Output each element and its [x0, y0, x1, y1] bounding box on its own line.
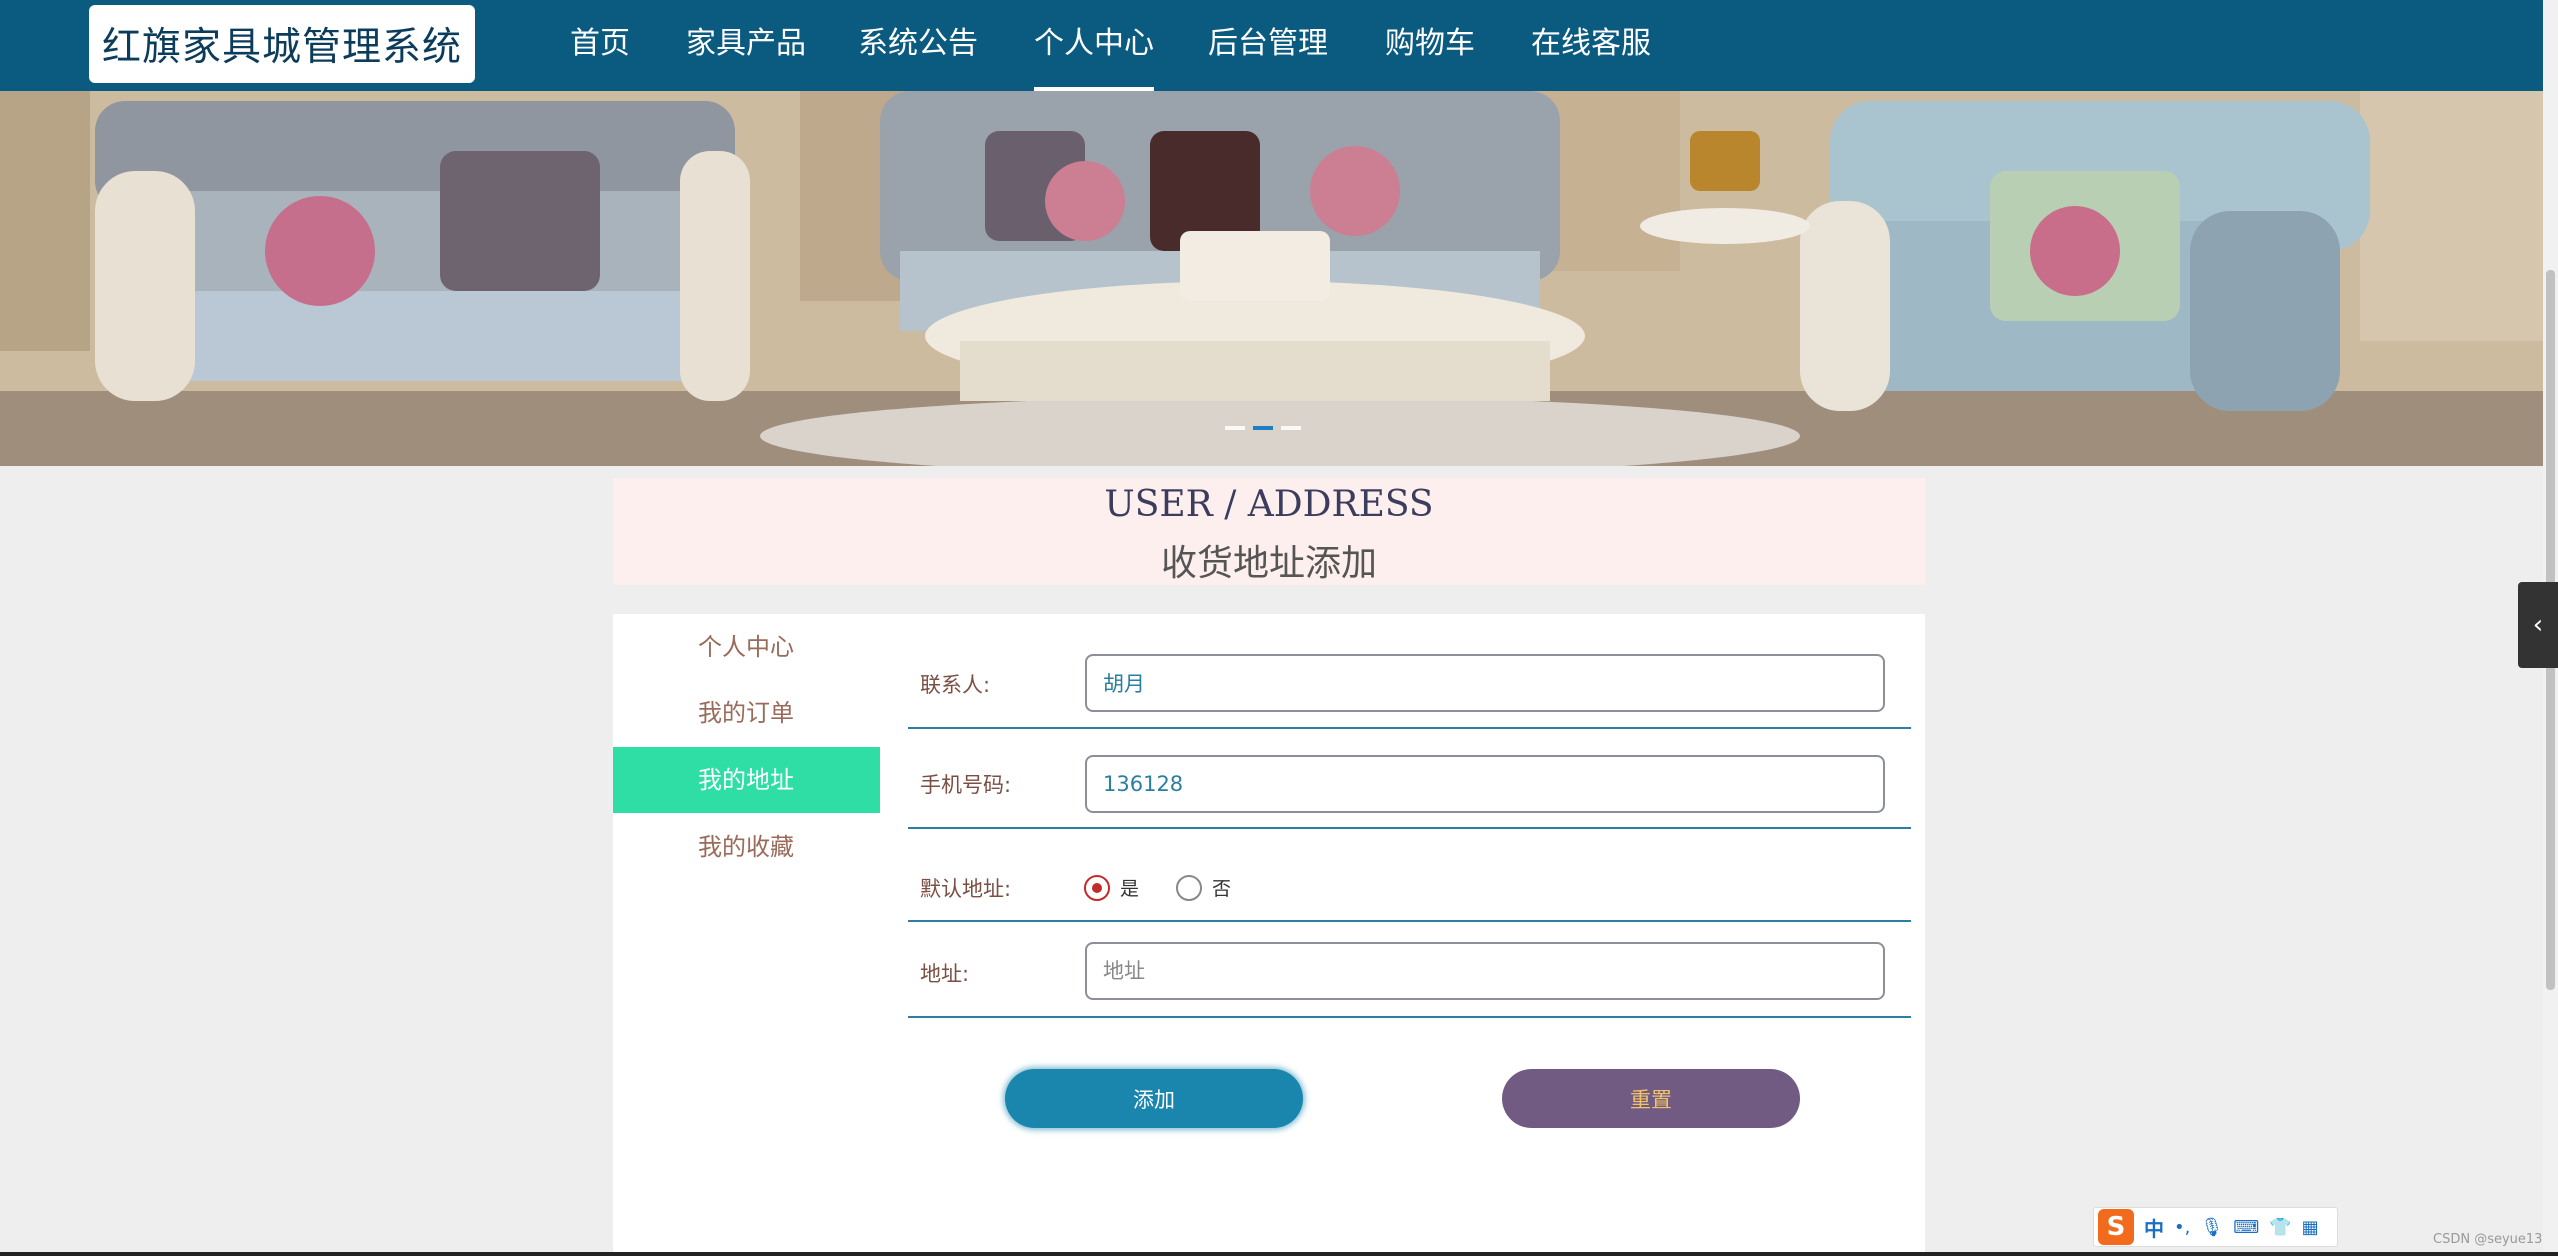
skin-icon[interactable]: 👕 — [2269, 1217, 2291, 1238]
top-nav-bar: 红旗家具城管理系统 首页 家具产品 系统公告 个人中心 后台管理 购物车 在线客… — [0, 0, 2558, 91]
punctuation-icon[interactable]: •, — [2174, 1217, 2190, 1238]
carousel-dot[interactable] — [1281, 426, 1301, 430]
apps-icon[interactable]: ▦ — [2302, 1217, 2319, 1238]
bottom-divider — [0, 1252, 2558, 1256]
radio-yes-label: 是 — [1120, 878, 1140, 900]
form-row-phone: 手机号码: — [908, 752, 1911, 829]
nav-item-cart[interactable]: 购物车 — [1385, 0, 1475, 91]
address-label: 地址: — [920, 962, 970, 986]
sidebar-item-user-center[interactable]: 个人中心 — [613, 614, 880, 680]
address-input[interactable] — [1085, 942, 1885, 1000]
carousel-dot[interactable] — [1225, 426, 1245, 430]
nav-item-products[interactable]: 家具产品 — [686, 0, 806, 91]
keyboard-icon[interactable]: ⌨ — [2233, 1217, 2259, 1238]
section-title-cn: 收货地址添加 — [1160, 543, 1377, 584]
add-button[interactable]: 添加 — [1005, 1069, 1303, 1128]
ime-toolbar[interactable]: S 中 •, 🎙 ⌨ 👕 ▦ — [2093, 1207, 2338, 1247]
phone-input[interactable] — [1085, 755, 1885, 813]
carousel-dot-active[interactable] — [1253, 426, 1273, 430]
side-panel-toggle[interactable]: ‹ — [2518, 582, 2558, 668]
form-row-contact: 联系人: — [908, 652, 1911, 729]
sidebar-item-my-orders[interactable]: 我的订单 — [613, 680, 880, 746]
radio-no-label: 否 — [1212, 878, 1232, 900]
radio-option-yes[interactable]: 是 — [1084, 874, 1139, 901]
sogou-logo-icon[interactable]: S — [2098, 1209, 2134, 1245]
nav-item-customer-service[interactable]: 在线客服 — [1531, 0, 1651, 91]
form-row-address: 地址: — [908, 938, 1911, 1018]
phone-label: 手机号码: — [920, 773, 1012, 797]
sidebar-item-my-address[interactable]: 我的地址 — [613, 747, 880, 813]
mic-icon[interactable]: 🎙 — [2200, 1217, 2223, 1238]
radio-option-no[interactable]: 否 — [1176, 874, 1231, 901]
section-header: USER / ADDRESS 收货地址添加 — [613, 478, 1925, 585]
reset-button[interactable]: 重置 — [1502, 1069, 1800, 1128]
address-form-card: 个人中心 我的订单 我的地址 我的收藏 联系人: 手机号码: 默认地址: 是 否… — [613, 614, 1925, 1256]
watermark-text: CSDN @seyue13 — [2433, 1232, 2543, 1247]
contact-input[interactable] — [1085, 654, 1885, 712]
ime-mode-toggle[interactable]: 中 — [2144, 1213, 2164, 1242]
sidebar-item-my-favorites[interactable]: 我的收藏 — [613, 814, 880, 880]
nav-item-user-center[interactable]: 个人中心 — [1034, 0, 1154, 91]
nav-item-admin[interactable]: 后台管理 — [1208, 0, 1328, 91]
radio-yes-icon[interactable] — [1084, 874, 1110, 901]
section-title-en: USER / ADDRESS — [1104, 484, 1434, 525]
nav-item-home[interactable]: 首页 — [570, 0, 630, 91]
chevron-left-icon: ‹ — [2532, 610, 2544, 640]
carousel-indicators — [1225, 426, 1301, 430]
banner-furniture-image — [0, 91, 2558, 466]
site-logo-title[interactable]: 红旗家具城管理系统 — [89, 5, 475, 83]
hero-banner[interactable] — [0, 91, 2558, 466]
form-row-default-address: 默认地址: 是 否 — [908, 844, 1911, 922]
radio-no-icon[interactable] — [1176, 874, 1202, 901]
default-address-label: 默认地址: — [920, 877, 1012, 901]
contact-label: 联系人: — [920, 673, 991, 697]
nav-item-announcements[interactable]: 系统公告 — [858, 0, 978, 91]
